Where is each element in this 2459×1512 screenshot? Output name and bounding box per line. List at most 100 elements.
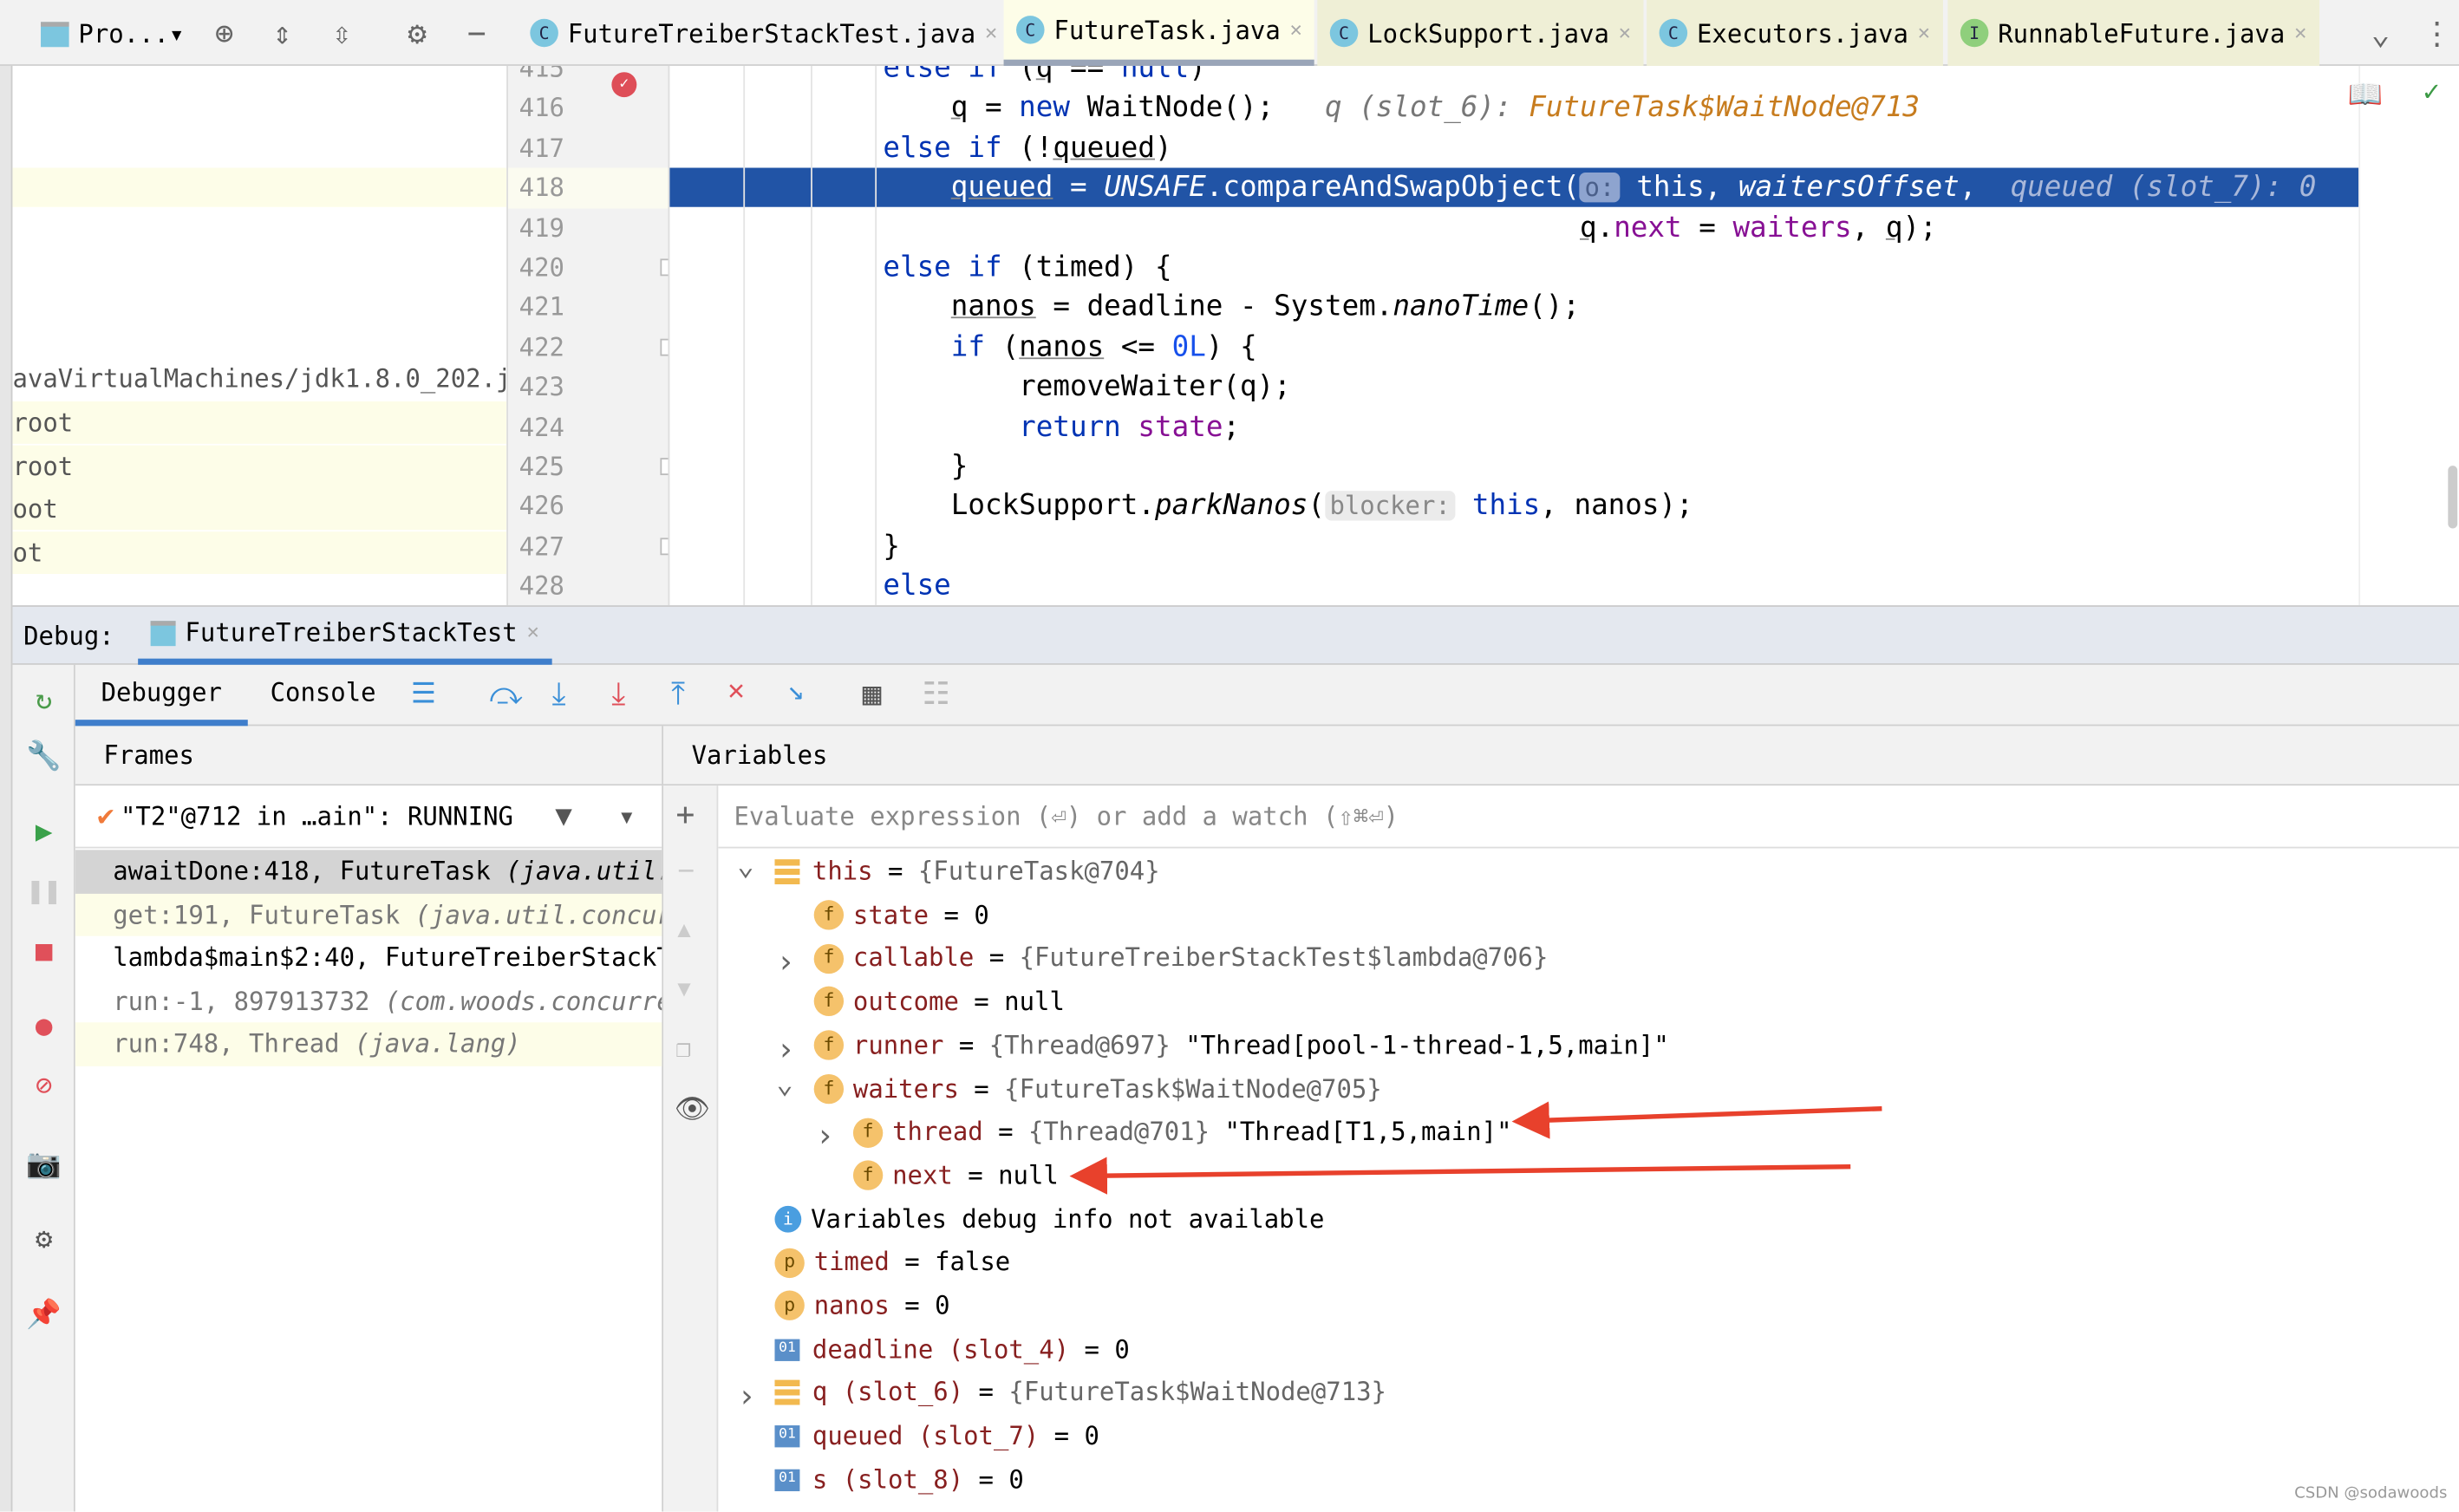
view-breakpoints-icon[interactable]: ● [25, 1007, 62, 1044]
frame-method: get:191, FutureTask [113, 899, 415, 929]
collapse-all-icon[interactable]: ⇳ [322, 12, 362, 53]
code-token: (); [1529, 290, 1581, 324]
editor-tab[interactable]: C LockSupport.java ✕ [1317, 0, 1644, 66]
code-token: new [1019, 91, 1070, 125]
layout-icon[interactable]: ☰ [411, 677, 436, 710]
class-icon: C [1016, 16, 1045, 44]
close-icon[interactable]: ✕ [985, 21, 997, 44]
code-token: LockSupport. [679, 490, 1155, 523]
fold-icon[interactable] [660, 458, 669, 476]
code-editor[interactable]: else if (q == null) q = new WaitNode(); … [669, 65, 2359, 606]
code-line: queued = UNSAFE.compareAndSwapObject(o: … [679, 168, 2317, 208]
project-view-selector[interactable]: Pro...▾ [41, 19, 184, 49]
wrench-icon[interactable]: 🔧 [25, 737, 62, 774]
more-icon[interactable]: ⋮ [2417, 12, 2457, 53]
editor-tab[interactable]: C FutureTask.java ✕ [1003, 0, 1315, 66]
force-step-into-icon[interactable]: ⤓ [611, 675, 625, 712]
tab-debugger[interactable]: Debugger [75, 665, 248, 727]
close-icon[interactable]: ✕ [1290, 18, 1302, 42]
close-icon[interactable]: ✕ [527, 621, 539, 644]
stack-frame[interactable]: run:-1, 897913732 (com.woods.concurrent) [75, 980, 662, 1023]
project-tree-row[interactable]: oot [12, 487, 507, 531]
code-token: q [1885, 211, 1903, 244]
expand-all-icon[interactable]: ⇕ [262, 12, 303, 53]
step-into-icon[interactable]: ⤓ [552, 675, 566, 712]
code-token: 0L [1171, 330, 1206, 364]
project-tree-row[interactable]: root [12, 445, 507, 488]
fold-icon[interactable] [660, 538, 669, 555]
scrollbar[interactable] [2448, 466, 2458, 529]
code-token: waiters [1732, 211, 1852, 244]
stop-icon[interactable]: ■ [25, 931, 62, 968]
filter-icon[interactable]: ▼ [555, 799, 572, 832]
rerun-icon[interactable]: ↻ [25, 681, 62, 718]
code-token: null [1120, 65, 1190, 85]
editor-tab[interactable]: C Executors.java ✕ [1647, 0, 1943, 66]
move-down-icon[interactable]: ▼ [677, 977, 690, 1002]
code-token: ; [1223, 410, 1241, 444]
move-up-icon[interactable]: ▲ [677, 917, 690, 942]
stack-frame[interactable]: awaitDone:418, FutureTask (java.util.con… [75, 850, 664, 894]
stack-frame[interactable]: run:748, Thread (java.lang) [75, 1022, 662, 1066]
line-number: 419 [519, 212, 564, 243]
camera-icon[interactable]: 📷 [25, 1144, 62, 1182]
editor-tab[interactable]: C FutureTreiberStackTest.java ✕ [518, 0, 1010, 66]
run-to-cursor-icon[interactable]: ↘ [787, 675, 805, 707]
project-tree-row[interactable]: root [12, 401, 507, 444]
debug-session-tab[interactable]: FutureTreiberStackTest ✕ [138, 607, 552, 665]
code-token: ) [1155, 131, 1172, 165]
frame-package: (java.util.concurrent) [505, 856, 664, 886]
thread-selector[interactable]: ✔ "T2"@712 in …ain": RUNNING ▼ ▼ [75, 785, 662, 849]
copy-icon[interactable]: ❐ [676, 1033, 691, 1063]
remove-icon[interactable]: − [677, 855, 695, 888]
code-token: WaitNode(); [1069, 91, 1275, 125]
fold-icon[interactable] [660, 258, 669, 277]
resume-icon[interactable]: ▶ [25, 812, 62, 850]
editor-tab[interactable]: I RunnableFuture.java ✕ [1947, 0, 2319, 66]
code-token: state [1138, 410, 1223, 444]
code-line: LockSupport.parkNanos(blocker: this, nan… [679, 486, 1693, 526]
hide-icon[interactable]: − [456, 12, 497, 53]
stack-frame[interactable]: get:191, FutureTask (java.util.concurren… [75, 893, 662, 937]
stack-frame[interactable]: lambda$main$2:40, FutureTreiberStackTest [75, 936, 662, 981]
code-token: ( [1308, 490, 1326, 523]
code-token: else if [883, 251, 1002, 284]
interface-icon: I [1960, 18, 1989, 48]
eye-icon[interactable]: 👁 [675, 1093, 710, 1126]
pin-icon[interactable]: 📌 [25, 1295, 62, 1333]
locate-icon[interactable]: ⊕ [204, 12, 245, 53]
mute-breakpoints-icon[interactable]: ⊘ [25, 1066, 62, 1104]
code-token: nanos [950, 290, 1036, 324]
code-token: = [1681, 211, 1733, 244]
settings-icon[interactable]: ⚙ [25, 1220, 62, 1257]
class-icon: C [1659, 18, 1688, 48]
drop-frame-icon[interactable]: ✕ [727, 675, 745, 707]
project-tree-row[interactable]: ot [12, 531, 507, 574]
code-token: = deadline - System. [1035, 290, 1393, 324]
step-over-icon[interactable]: ⤼ [489, 675, 523, 712]
arrow-to-thread [1511, 1101, 1882, 1139]
debug-label: Debug: [23, 621, 114, 651]
breakpoint-icon[interactable]: ✓ [611, 72, 637, 98]
dropdown-icon[interactable]: ▼ [621, 805, 632, 827]
add-icon[interactable]: + [676, 795, 695, 832]
step-out-icon[interactable]: ⤒ [671, 675, 685, 712]
close-icon[interactable]: ✕ [1619, 21, 1631, 44]
tab-label: RunnableFuture.java [1998, 17, 2286, 49]
code-line: nanos = deadline - System.nanoTime(); [679, 288, 1580, 328]
tab-console[interactable]: Console [260, 665, 386, 727]
trace-icon[interactable]: ☷ [922, 675, 949, 712]
reader-mode-icon[interactable]: 📖 [2348, 78, 2384, 111]
evaluate-icon[interactable]: ▦ [863, 675, 882, 712]
project-tree-row[interactable]: avaVirtualMachines/jdk1.8.0_202.jdk [12, 357, 506, 400]
inline-value-hint: q (slot_6): [1274, 91, 1530, 125]
close-icon[interactable]: ✕ [2294, 21, 2306, 44]
fold-icon[interactable] [660, 338, 669, 356]
gear-icon[interactable]: ⚙ [397, 12, 438, 53]
close-icon[interactable]: ✕ [1918, 21, 1930, 44]
pause-icon[interactable]: ❚❚ [25, 872, 62, 909]
chevron-down-icon[interactable]: ⌄ [2360, 12, 2401, 53]
